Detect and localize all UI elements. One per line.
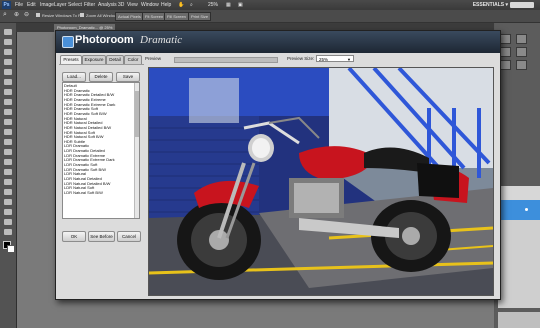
zoom-icon[interactable]: ⌕	[190, 0, 193, 10]
menu-help[interactable]: Help	[161, 0, 171, 10]
healing-tool-icon[interactable]	[4, 89, 12, 95]
cancel-button[interactable]: Cancel	[117, 231, 141, 242]
history-brush-tool-icon[interactable]	[4, 119, 12, 125]
quick-select-tool-icon[interactable]	[4, 59, 12, 65]
options-bar: ⌕ ⊕ ⊖ Resize Windows To Fit Zoom All Win…	[0, 10, 540, 23]
arrange-icon[interactable]: ▦	[226, 0, 231, 10]
resize-checkbox[interactable]	[36, 13, 40, 17]
menu-layer[interactable]: Layer	[54, 0, 67, 10]
zoom-all-label: Zoom All Windows	[86, 13, 119, 18]
fill-screen-button[interactable]: Fill Screen	[164, 12, 189, 21]
screen-mode-icon[interactable]: ▣	[238, 0, 243, 10]
move-tool-icon[interactable]	[4, 29, 12, 35]
clone-stamp-tool-icon[interactable]	[4, 109, 12, 115]
resize-windows-label: Resize Windows To Fit	[42, 13, 83, 18]
menu-image[interactable]: Image	[40, 0, 54, 10]
layers-panel-body	[498, 220, 540, 308]
channels-panel-icon[interactable]	[516, 60, 527, 70]
menu-filter[interactable]: Filter	[84, 0, 95, 10]
crop-tool-icon[interactable]	[4, 69, 12, 75]
zoom-in-icon[interactable]: ⊕	[14, 11, 19, 18]
print-size-button[interactable]: Print Size	[188, 12, 212, 21]
menu-edit[interactable]: Edit	[27, 0, 36, 10]
hand-icon[interactable]: ✋	[178, 0, 184, 10]
visibility-eye-icon[interactable]	[525, 208, 528, 211]
photoroom-dialog: Photoroom Dramatic Presets Exposure Deta…	[55, 30, 501, 300]
preset-list-scrollbar[interactable]	[134, 83, 139, 218]
chevron-down-icon: ▼	[347, 57, 351, 62]
save-button[interactable]: Save	[116, 72, 140, 82]
dialog-header: Photoroom Dramatic	[56, 31, 500, 53]
masks-panel-icon[interactable]	[516, 47, 527, 57]
see-before-button[interactable]: See Before	[88, 231, 115, 242]
path-select-tool-icon[interactable]	[4, 189, 12, 195]
motorcycle-photo	[149, 68, 493, 295]
load-button[interactable]: Load...	[62, 72, 86, 82]
selected-layer[interactable]	[498, 200, 540, 220]
type-tool-icon[interactable]	[4, 179, 12, 185]
layers-panel-icon[interactable]	[500, 60, 511, 70]
actual-pixels-button[interactable]: Actual Pixels	[115, 12, 144, 21]
marquee-tool-icon[interactable]	[4, 39, 12, 45]
shape-tool-icon[interactable]	[4, 199, 12, 205]
background-color-swatch[interactable]	[7, 245, 15, 253]
adjustments-panel-icon[interactable]	[500, 47, 511, 57]
scrollbar-thumb[interactable]	[135, 91, 139, 137]
menu-window[interactable]: Window	[141, 0, 159, 10]
swatches-panel-icon[interactable]	[516, 34, 527, 44]
eyedropper-tool-icon[interactable]	[4, 79, 12, 85]
blur-tool-icon[interactable]	[4, 149, 12, 155]
preview-label: Preview	[145, 56, 162, 61]
pen-tool-icon[interactable]	[4, 169, 12, 175]
gradient-tool-icon[interactable]	[4, 139, 12, 145]
color-panel-icon[interactable]	[500, 34, 511, 44]
layers-panel-header	[498, 186, 540, 200]
eraser-tool-icon[interactable]	[4, 129, 12, 135]
tools-panel	[0, 23, 17, 328]
menu-analysis[interactable]: Analysis	[98, 0, 117, 10]
photoroom-logo-icon	[62, 36, 74, 48]
preview-size-label: Preview Size:	[287, 56, 315, 61]
dialog-body: Presets Exposure Detail Color Preview Pr…	[56, 53, 500, 299]
preset-item[interactable]: LDR Natural Soft B/W	[64, 190, 103, 196]
photoroom-logo-text: Photoroom	[75, 34, 134, 46]
layers-panel-footer	[498, 312, 540, 328]
menu-bar: Ps File Edit Image Layer Select Filter A…	[0, 0, 540, 10]
fit-screen-button[interactable]: Fit Screen	[142, 12, 167, 21]
preset-list[interactable]: Default HDR Dramatic HDR Dramatic Detailed…	[62, 82, 140, 219]
zoom-all-checkbox[interactable]	[80, 13, 84, 17]
zoom-level[interactable]: 25%	[208, 0, 218, 10]
preview-size-select[interactable]: 25% ▼	[316, 55, 354, 62]
preview-size-value: 25%	[319, 57, 329, 62]
photoshop-logo: Ps	[2, 1, 11, 9]
3d-rotate-tool-icon[interactable]	[4, 209, 12, 215]
menu-select[interactable]: Select	[68, 0, 82, 10]
menu-3d[interactable]: 3D	[118, 0, 124, 10]
workspace-switcher[interactable]: ESSENTIALS ▾	[473, 0, 508, 10]
ok-button[interactable]: OK	[62, 231, 86, 242]
lasso-tool-icon[interactable]	[4, 49, 12, 55]
zoom-tool-icon[interactable]: ⌕	[3, 11, 7, 19]
dodge-tool-icon[interactable]	[4, 159, 12, 165]
preview-progress-bar	[174, 57, 278, 63]
dramatic-logo-text: Dramatic	[140, 34, 183, 46]
zoom-out-icon[interactable]: ⊖	[24, 11, 29, 18]
search-input[interactable]	[510, 2, 534, 8]
preview-image	[148, 67, 494, 296]
hand-tool-icon[interactable]	[4, 219, 12, 225]
delete-button[interactable]: Delete	[89, 72, 113, 82]
menu-file[interactable]: File	[15, 0, 23, 10]
tabs-divider	[59, 64, 144, 65]
brush-tool-icon[interactable]	[4, 99, 12, 105]
menu-view[interactable]: View	[127, 0, 138, 10]
zoom-tool-icon[interactable]	[4, 229, 12, 235]
